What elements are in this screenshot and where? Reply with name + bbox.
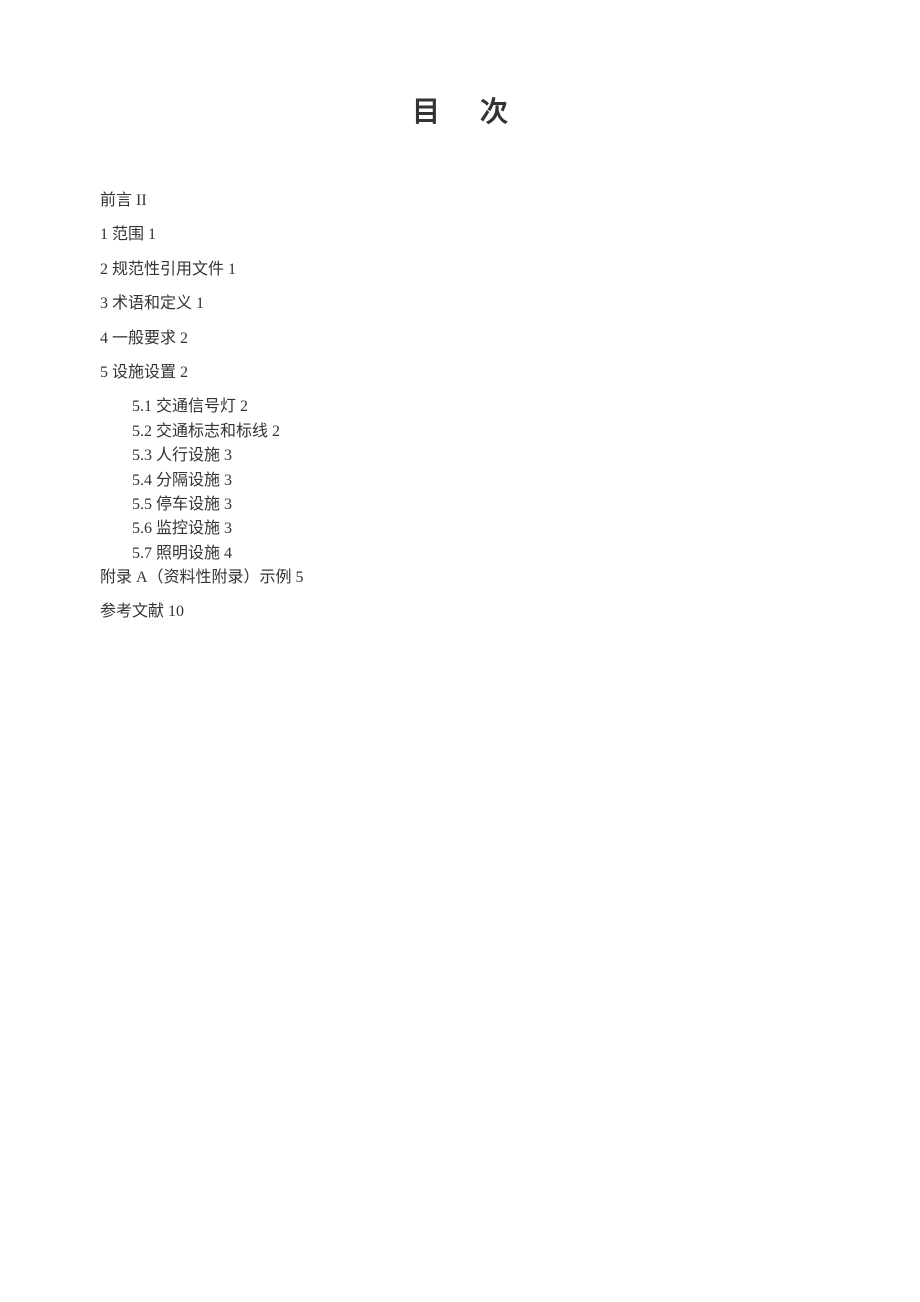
toc-entry: 4 一般要求 2 [100,328,820,350]
toc-entry: 3 术语和定义 1 [100,293,820,315]
toc-entry: 参考文献 10 [100,601,820,623]
toc-subentry: 5.3 人行设施 3 [100,445,820,467]
toc-subentry: 5.4 分隔设施 3 [100,470,820,492]
toc-subentry: 5.5 停车设施 3 [100,494,820,516]
toc-subentry: 5.2 交通标志和标线 2 [100,421,820,443]
toc-entry: 2 规范性引用文件 1 [100,259,820,281]
toc-subentry: 5.7 照明设施 4 [100,543,820,565]
toc-entry: 附录 A（资料性附录）示例 5 [100,567,820,589]
toc-entry: 5 设施设置 2 [100,362,820,384]
toc-entry: 前言 II [100,190,820,212]
page-title: 目次 [100,90,820,130]
toc-subentry: 5.6 监控设施 3 [100,518,820,540]
toc-entry: 1 范围 1 [100,224,820,246]
toc-subentry: 5.1 交通信号灯 2 [100,396,820,418]
